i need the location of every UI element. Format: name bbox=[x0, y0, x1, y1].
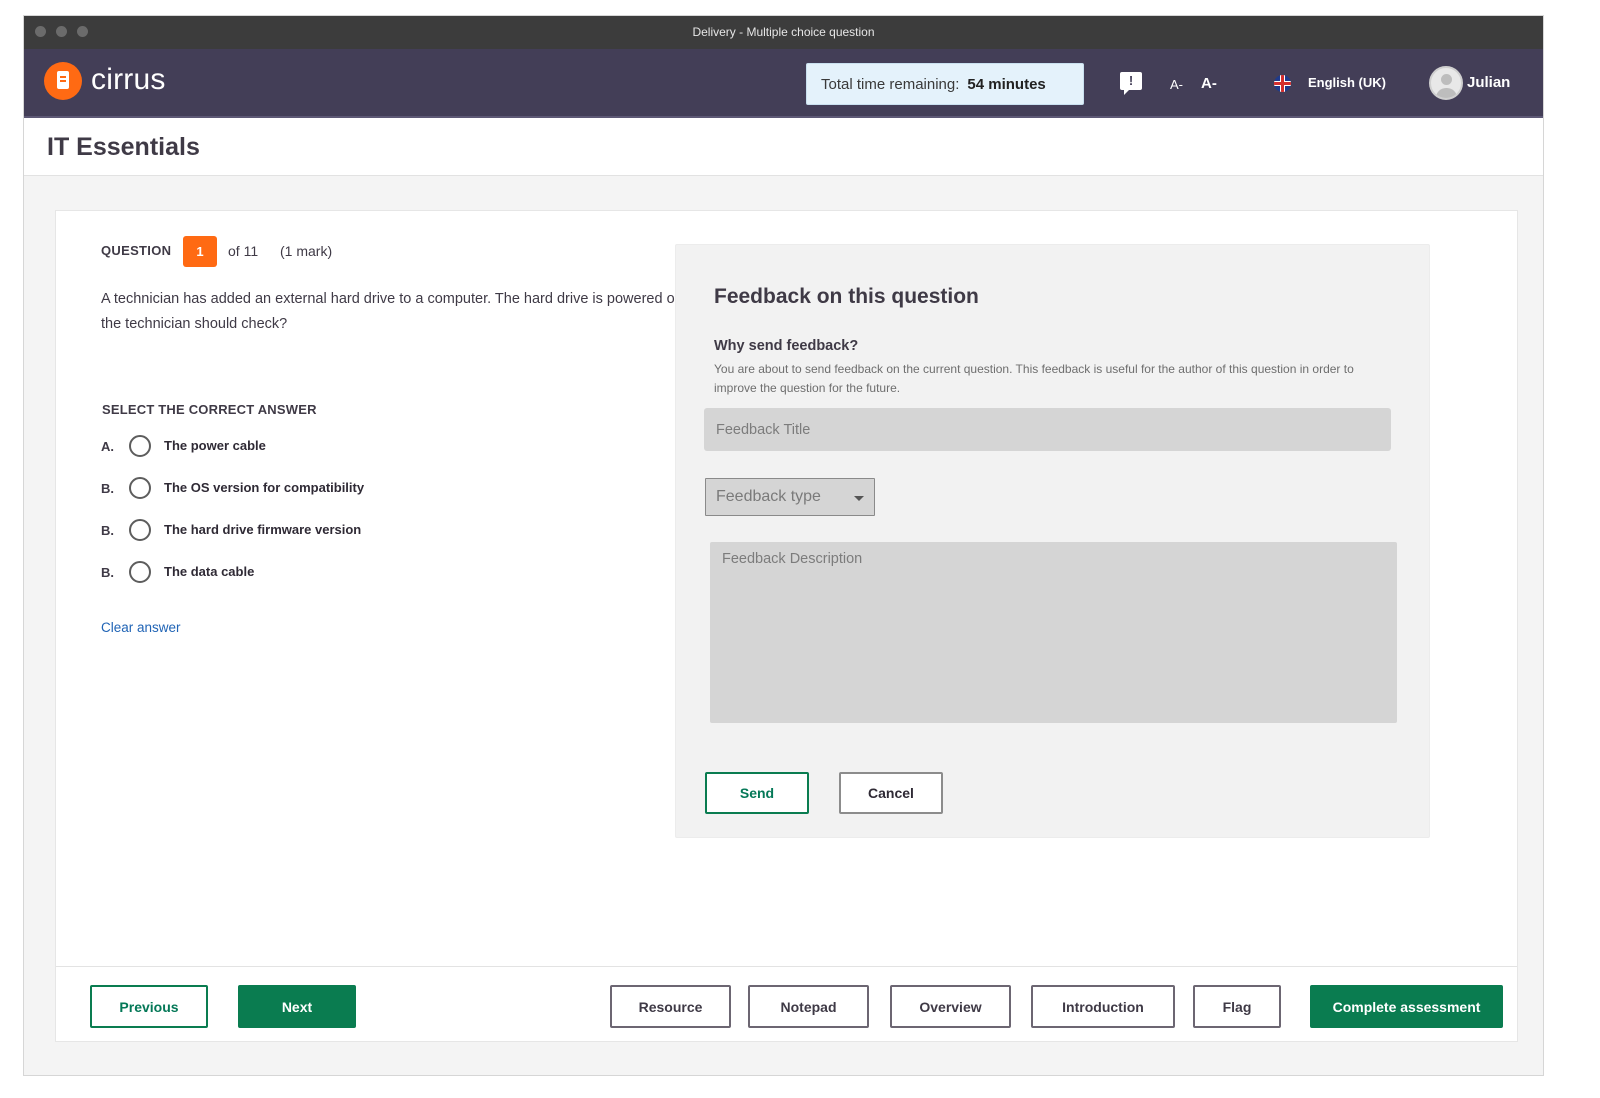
window-titlebar: Delivery - Multiple choice question bbox=[24, 16, 1543, 49]
app-header: cirrus Total time remaining: 54 minutes !… bbox=[24, 49, 1543, 118]
feedback-why-text: You are about to send feedback on the cu… bbox=[714, 362, 1354, 395]
feedback-glyph: ! bbox=[1128, 73, 1134, 88]
question-label: QUESTION bbox=[101, 243, 172, 258]
feedback-type-value: Feedback type bbox=[716, 488, 821, 505]
cancel-feedback-button[interactable]: Cancel bbox=[839, 772, 943, 814]
next-button[interactable]: Next bbox=[238, 985, 356, 1028]
option-letter: B. bbox=[101, 523, 114, 538]
chevron-down-icon bbox=[854, 496, 864, 501]
user-name[interactable]: Julian bbox=[1467, 74, 1510, 91]
feedback-panel: Feedback on this question Why send feedb… bbox=[675, 244, 1430, 838]
option-text: The data cable bbox=[164, 564, 255, 579]
previous-button[interactable]: Previous bbox=[90, 985, 208, 1028]
complete-assessment-button[interactable]: Complete assessment bbox=[1310, 985, 1503, 1028]
app-window: Delivery - Multiple choice question cirr… bbox=[23, 15, 1544, 1076]
feedback-title: Feedback on this question bbox=[714, 285, 979, 308]
decrease-font-button[interactable]: A- bbox=[1170, 77, 1183, 92]
navigation-footer: Previous Next Resource Notepad Overview … bbox=[56, 966, 1517, 1043]
option-radio[interactable] bbox=[129, 519, 151, 541]
option-radio[interactable] bbox=[129, 561, 151, 583]
notepad-button[interactable]: Notepad bbox=[748, 985, 869, 1028]
language-selector[interactable]: English (UK) bbox=[1308, 75, 1386, 90]
page-title: IT Essentials bbox=[47, 133, 200, 161]
question-number-badge: 1 bbox=[183, 236, 217, 267]
timer-label: Total time remaining: bbox=[821, 76, 960, 93]
feedback-icon[interactable]: ! bbox=[1120, 72, 1142, 95]
flag-button[interactable]: Flag bbox=[1193, 985, 1281, 1028]
cirrus-logo-icon bbox=[44, 62, 82, 100]
feedback-description-input[interactable] bbox=[710, 542, 1397, 723]
brand-name: cirrus bbox=[91, 63, 166, 96]
option-text: The OS version for compatibility bbox=[164, 480, 365, 495]
feedback-why-heading: Why send feedback? bbox=[714, 338, 859, 354]
window-title: Delivery - Multiple choice question bbox=[692, 25, 875, 39]
increase-font-button[interactable]: A- bbox=[1201, 75, 1217, 92]
feedback-type-select[interactable]: Feedback type bbox=[705, 478, 875, 516]
question-count: of 11 bbox=[228, 243, 259, 259]
question-text: A technician has added an external hard … bbox=[101, 291, 676, 332]
option-letter: B. bbox=[101, 565, 114, 580]
send-feedback-button[interactable]: Send bbox=[705, 772, 809, 814]
option-text: The hard drive firmware version bbox=[164, 522, 362, 537]
timer-value: 54 minutes bbox=[967, 76, 1046, 93]
time-remaining-banner: Total time remaining: 54 minutes bbox=[806, 63, 1084, 105]
feedback-title-input[interactable] bbox=[704, 408, 1391, 451]
page-header: IT Essentials bbox=[24, 118, 1543, 176]
overview-button[interactable]: Overview bbox=[890, 985, 1011, 1028]
option-radio[interactable] bbox=[129, 477, 151, 499]
option-radio[interactable] bbox=[129, 435, 151, 457]
introduction-button[interactable]: Introduction bbox=[1031, 985, 1175, 1028]
answer-instruction: SELECT THE CORRECT ANSWER bbox=[102, 402, 317, 417]
option-text: The power cable bbox=[164, 438, 266, 453]
question-marks: (1 mark) bbox=[280, 243, 333, 259]
option-letter: B. bbox=[101, 481, 114, 496]
uk-flag-icon[interactable] bbox=[1274, 75, 1291, 92]
option-letter: A. bbox=[101, 439, 114, 454]
user-avatar[interactable] bbox=[1429, 66, 1463, 100]
resource-button[interactable]: Resource bbox=[610, 985, 731, 1028]
clear-answer-link[interactable]: Clear answer bbox=[101, 620, 181, 635]
question-card: QUESTION 1 of 11 (1 mark) A technician h… bbox=[55, 210, 1518, 1042]
